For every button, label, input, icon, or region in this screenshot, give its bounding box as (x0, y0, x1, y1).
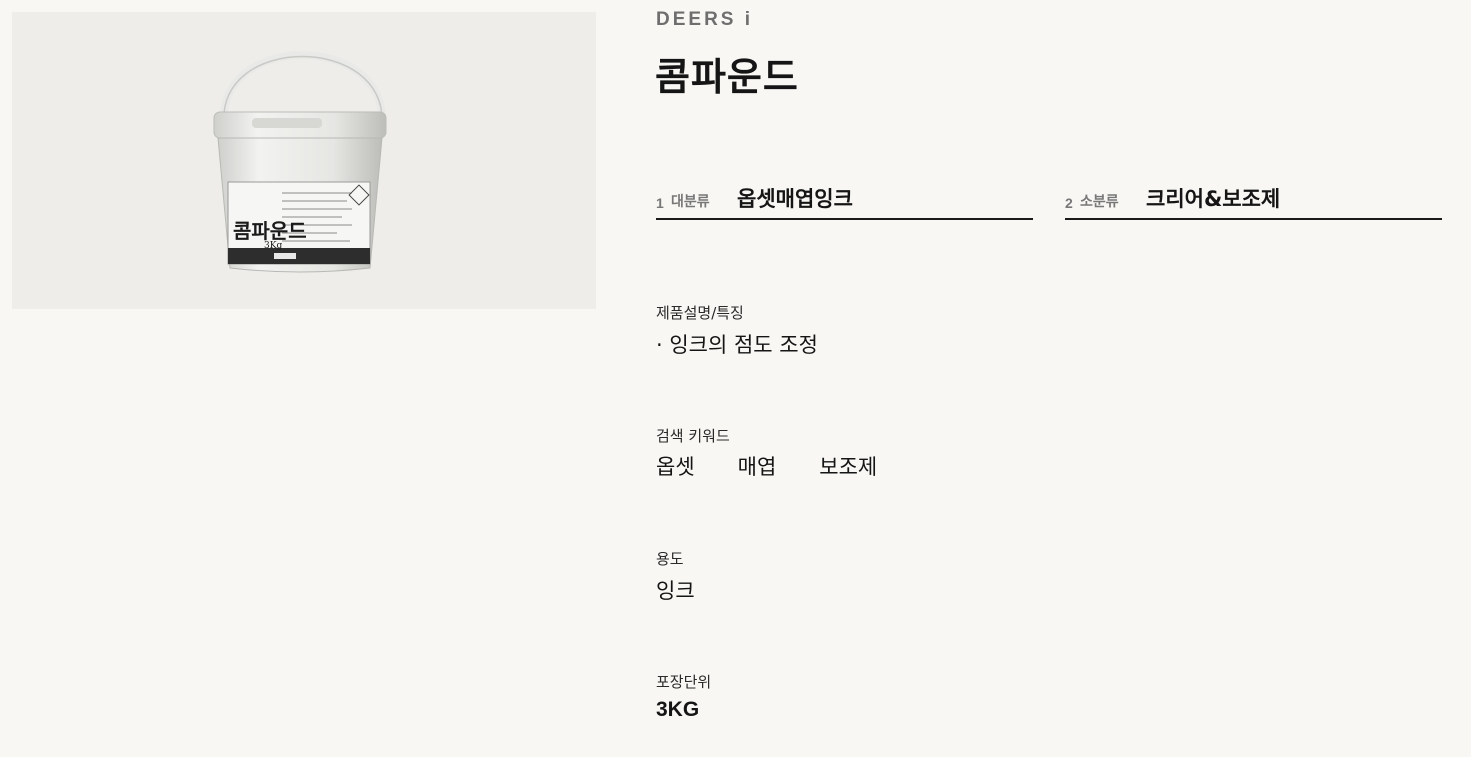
description-section: 제품설명/특징 · 잉크의 점도 조정 (656, 302, 818, 359)
product-image: 콤파운드 3Kg (12, 12, 596, 309)
bucket-label-name: 콤파운드 (233, 219, 307, 243)
category-number: 2 (1065, 195, 1073, 211)
category-number: 1 (656, 195, 664, 211)
description-label: 제품설명/특징 (656, 304, 744, 322)
usage-label: 용도 (656, 550, 684, 568)
keyword-item[interactable]: 보조제 (819, 451, 877, 481)
keyword-list: 옵셋 매엽 보조제 (656, 451, 877, 481)
category-value: 옵셋매엽잉크 (737, 187, 853, 211)
usage-value: 잉크 (656, 579, 695, 603)
category-minor: 2 소분류 크리어&보조제 (1065, 182, 1442, 220)
package-value: 3KG (656, 698, 700, 721)
usage-section: 용도 잉크 (656, 548, 695, 605)
keywords-label: 검색 키워드 (656, 427, 730, 445)
brand-name: DEERS i (656, 9, 754, 30)
package-label: 포장단위 (656, 673, 712, 691)
keywords-section: 검색 키워드 옵셋 매엽 보조제 (656, 425, 877, 481)
keyword-item[interactable]: 옵셋 (656, 451, 695, 481)
package-section: 포장단위 3KG (656, 671, 711, 722)
product-bucket-illustration: 콤파운드 3Kg (213, 51, 387, 273)
category-major: 1 대분류 옵셋매엽잉크 (656, 182, 1033, 220)
keyword-item[interactable]: 매엽 (738, 451, 777, 481)
category-value: 크리어&보조제 (1146, 187, 1281, 211)
category-label: 소분류 (1080, 194, 1119, 210)
description-value: · 잉크의 점도 조정 (656, 333, 818, 357)
bucket-label-weight: 3Kg (264, 241, 282, 251)
category-label: 대분류 (671, 194, 710, 210)
product-title: 콤파운드 (655, 55, 799, 99)
